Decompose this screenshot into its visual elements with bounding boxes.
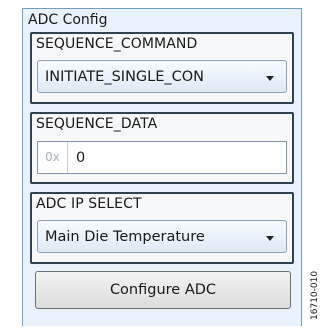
adc-ip-select-dropdown[interactable]: Main Die Temperature bbox=[37, 220, 287, 253]
sequence-data-label: SEQUENCE_DATA bbox=[36, 116, 158, 132]
adc-config-panel: ADC Config SEQUENCE_COMMAND INITIATE_SIN… bbox=[22, 8, 302, 326]
chevron-down-icon bbox=[266, 236, 274, 241]
sequence-data-value: 0 bbox=[76, 150, 86, 166]
sequence-data-input[interactable]: 0x 0 bbox=[37, 141, 287, 174]
sequence-command-dropdown[interactable]: INITIATE_SINGLE_CON bbox=[37, 60, 287, 93]
chevron-down-icon bbox=[266, 76, 274, 81]
adc-ip-select-group: ADC IP SELECT Main Die Temperature bbox=[30, 192, 294, 264]
adc-ip-select-value: Main Die Temperature bbox=[45, 229, 205, 245]
configure-adc-button[interactable]: Configure ADC bbox=[35, 271, 291, 309]
adc-ip-select-label: ADC IP SELECT bbox=[36, 196, 142, 212]
figure-id: 16710-010 bbox=[310, 270, 320, 320]
panel-title: ADC Config bbox=[28, 12, 108, 28]
sequence-command-label: SEQUENCE_COMMAND bbox=[36, 36, 198, 52]
sequence-data-group: SEQUENCE_DATA 0x 0 bbox=[30, 112, 294, 184]
sequence-command-value: INITIATE_SINGLE_CON bbox=[45, 69, 205, 85]
hex-prefix: 0x bbox=[38, 142, 68, 173]
sequence-command-group: SEQUENCE_COMMAND INITIATE_SINGLE_CON bbox=[30, 32, 294, 104]
